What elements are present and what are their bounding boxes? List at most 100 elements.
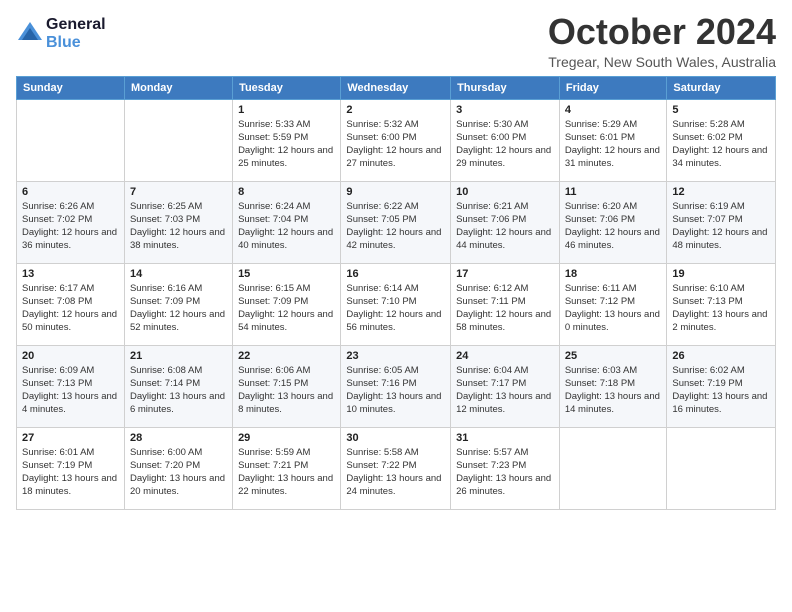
page-container: General Blue October 2024 Tregear, New S… bbox=[0, 0, 792, 518]
day-number: 30 bbox=[346, 432, 445, 444]
day-detail: Sunrise: 6:10 AMSunset: 7:13 PMDaylight:… bbox=[672, 282, 770, 335]
day-detail: Sunrise: 6:12 AMSunset: 7:11 PMDaylight:… bbox=[456, 282, 554, 335]
day-detail: Sunrise: 5:57 AMSunset: 7:23 PMDaylight:… bbox=[456, 446, 554, 499]
day-number: 2 bbox=[346, 104, 445, 116]
day-number: 12 bbox=[672, 186, 770, 198]
day-detail: Sunrise: 6:21 AMSunset: 7:06 PMDaylight:… bbox=[456, 200, 554, 253]
calendar-cell: 4 Sunrise: 5:29 AMSunset: 6:01 PMDayligh… bbox=[559, 99, 667, 181]
calendar-cell: 22 Sunrise: 6:06 AMSunset: 7:15 PMDaylig… bbox=[233, 345, 341, 427]
calendar-cell: 27 Sunrise: 6:01 AMSunset: 7:19 PMDaylig… bbox=[17, 427, 125, 509]
header: General Blue October 2024 Tregear, New S… bbox=[16, 12, 776, 70]
calendar-week-row: 6 Sunrise: 6:26 AMSunset: 7:02 PMDayligh… bbox=[17, 181, 776, 263]
logo-text: General Blue bbox=[46, 16, 106, 51]
calendar-cell: 15 Sunrise: 6:15 AMSunset: 7:09 PMDaylig… bbox=[233, 263, 341, 345]
calendar-cell: 13 Sunrise: 6:17 AMSunset: 7:08 PMDaylig… bbox=[17, 263, 125, 345]
day-number: 9 bbox=[346, 186, 445, 198]
day-detail: Sunrise: 6:08 AMSunset: 7:14 PMDaylight:… bbox=[130, 364, 227, 417]
day-number: 16 bbox=[346, 268, 445, 280]
day-number: 25 bbox=[565, 350, 662, 362]
col-thursday: Thursday bbox=[451, 76, 560, 99]
calendar-cell: 1 Sunrise: 5:33 AMSunset: 5:59 PMDayligh… bbox=[233, 99, 341, 181]
day-detail: Sunrise: 6:15 AMSunset: 7:09 PMDaylight:… bbox=[238, 282, 335, 335]
day-detail: Sunrise: 6:14 AMSunset: 7:10 PMDaylight:… bbox=[346, 282, 445, 335]
col-saturday: Saturday bbox=[667, 76, 776, 99]
col-wednesday: Wednesday bbox=[341, 76, 451, 99]
day-detail: Sunrise: 6:11 AMSunset: 7:12 PMDaylight:… bbox=[565, 282, 662, 335]
col-tuesday: Tuesday bbox=[233, 76, 341, 99]
title-block: October 2024 Tregear, New South Wales, A… bbox=[548, 12, 776, 70]
day-number: 4 bbox=[565, 104, 662, 116]
day-number: 5 bbox=[672, 104, 770, 116]
calendar-cell: 24 Sunrise: 6:04 AMSunset: 7:17 PMDaylig… bbox=[451, 345, 560, 427]
day-number: 15 bbox=[238, 268, 335, 280]
day-detail: Sunrise: 6:25 AMSunset: 7:03 PMDaylight:… bbox=[130, 200, 227, 253]
day-number: 11 bbox=[565, 186, 662, 198]
calendar-cell: 28 Sunrise: 6:00 AMSunset: 7:20 PMDaylig… bbox=[124, 427, 232, 509]
logo: General Blue bbox=[16, 16, 106, 51]
location: Tregear, New South Wales, Australia bbox=[548, 54, 776, 70]
calendar-week-row: 13 Sunrise: 6:17 AMSunset: 7:08 PMDaylig… bbox=[17, 263, 776, 345]
calendar-cell: 19 Sunrise: 6:10 AMSunset: 7:13 PMDaylig… bbox=[667, 263, 776, 345]
day-detail: Sunrise: 5:28 AMSunset: 6:02 PMDaylight:… bbox=[672, 118, 770, 171]
calendar-cell: 23 Sunrise: 6:05 AMSunset: 7:16 PMDaylig… bbox=[341, 345, 451, 427]
day-number: 17 bbox=[456, 268, 554, 280]
calendar-cell: 7 Sunrise: 6:25 AMSunset: 7:03 PMDayligh… bbox=[124, 181, 232, 263]
day-detail: Sunrise: 6:02 AMSunset: 7:19 PMDaylight:… bbox=[672, 364, 770, 417]
day-number: 1 bbox=[238, 104, 335, 116]
day-detail: Sunrise: 6:26 AMSunset: 7:02 PMDaylight:… bbox=[22, 200, 119, 253]
day-number: 8 bbox=[238, 186, 335, 198]
day-number: 31 bbox=[456, 432, 554, 444]
day-number: 28 bbox=[130, 432, 227, 444]
day-number: 29 bbox=[238, 432, 335, 444]
day-number: 7 bbox=[130, 186, 227, 198]
day-detail: Sunrise: 5:29 AMSunset: 6:01 PMDaylight:… bbox=[565, 118, 662, 171]
calendar-week-row: 27 Sunrise: 6:01 AMSunset: 7:19 PMDaylig… bbox=[17, 427, 776, 509]
day-detail: Sunrise: 5:32 AMSunset: 6:00 PMDaylight:… bbox=[346, 118, 445, 171]
calendar-cell: 30 Sunrise: 5:58 AMSunset: 7:22 PMDaylig… bbox=[341, 427, 451, 509]
day-number: 24 bbox=[456, 350, 554, 362]
col-monday: Monday bbox=[124, 76, 232, 99]
calendar-cell: 26 Sunrise: 6:02 AMSunset: 7:19 PMDaylig… bbox=[667, 345, 776, 427]
day-number: 22 bbox=[238, 350, 335, 362]
calendar-header-row: Sunday Monday Tuesday Wednesday Thursday… bbox=[17, 76, 776, 99]
calendar-cell: 9 Sunrise: 6:22 AMSunset: 7:05 PMDayligh… bbox=[341, 181, 451, 263]
calendar-cell: 5 Sunrise: 5:28 AMSunset: 6:02 PMDayligh… bbox=[667, 99, 776, 181]
calendar-cell bbox=[667, 427, 776, 509]
day-detail: Sunrise: 6:24 AMSunset: 7:04 PMDaylight:… bbox=[238, 200, 335, 253]
calendar-cell: 17 Sunrise: 6:12 AMSunset: 7:11 PMDaylig… bbox=[451, 263, 560, 345]
calendar-cell: 31 Sunrise: 5:57 AMSunset: 7:23 PMDaylig… bbox=[451, 427, 560, 509]
day-number: 21 bbox=[130, 350, 227, 362]
day-detail: Sunrise: 6:06 AMSunset: 7:15 PMDaylight:… bbox=[238, 364, 335, 417]
day-detail: Sunrise: 6:09 AMSunset: 7:13 PMDaylight:… bbox=[22, 364, 119, 417]
day-detail: Sunrise: 6:17 AMSunset: 7:08 PMDaylight:… bbox=[22, 282, 119, 335]
calendar-cell bbox=[17, 99, 125, 181]
calendar-cell: 21 Sunrise: 6:08 AMSunset: 7:14 PMDaylig… bbox=[124, 345, 232, 427]
day-detail: Sunrise: 6:19 AMSunset: 7:07 PMDaylight:… bbox=[672, 200, 770, 253]
day-detail: Sunrise: 6:22 AMSunset: 7:05 PMDaylight:… bbox=[346, 200, 445, 253]
calendar-table: Sunday Monday Tuesday Wednesday Thursday… bbox=[16, 76, 776, 510]
calendar-cell: 16 Sunrise: 6:14 AMSunset: 7:10 PMDaylig… bbox=[341, 263, 451, 345]
calendar-week-row: 1 Sunrise: 5:33 AMSunset: 5:59 PMDayligh… bbox=[17, 99, 776, 181]
day-detail: Sunrise: 5:30 AMSunset: 6:00 PMDaylight:… bbox=[456, 118, 554, 171]
day-detail: Sunrise: 6:05 AMSunset: 7:16 PMDaylight:… bbox=[346, 364, 445, 417]
col-sunday: Sunday bbox=[17, 76, 125, 99]
day-number: 27 bbox=[22, 432, 119, 444]
day-detail: Sunrise: 6:20 AMSunset: 7:06 PMDaylight:… bbox=[565, 200, 662, 253]
day-number: 19 bbox=[672, 268, 770, 280]
day-detail: Sunrise: 6:00 AMSunset: 7:20 PMDaylight:… bbox=[130, 446, 227, 499]
calendar-cell: 18 Sunrise: 6:11 AMSunset: 7:12 PMDaylig… bbox=[559, 263, 667, 345]
day-number: 10 bbox=[456, 186, 554, 198]
day-detail: Sunrise: 6:01 AMSunset: 7:19 PMDaylight:… bbox=[22, 446, 119, 499]
calendar-cell: 11 Sunrise: 6:20 AMSunset: 7:06 PMDaylig… bbox=[559, 181, 667, 263]
calendar-cell bbox=[559, 427, 667, 509]
day-detail: Sunrise: 5:58 AMSunset: 7:22 PMDaylight:… bbox=[346, 446, 445, 499]
calendar-cell: 25 Sunrise: 6:03 AMSunset: 7:18 PMDaylig… bbox=[559, 345, 667, 427]
calendar-cell bbox=[124, 99, 232, 181]
calendar-week-row: 20 Sunrise: 6:09 AMSunset: 7:13 PMDaylig… bbox=[17, 345, 776, 427]
month-title: October 2024 bbox=[548, 12, 776, 52]
day-number: 14 bbox=[130, 268, 227, 280]
calendar-cell: 2 Sunrise: 5:32 AMSunset: 6:00 PMDayligh… bbox=[341, 99, 451, 181]
day-detail: Sunrise: 5:59 AMSunset: 7:21 PMDaylight:… bbox=[238, 446, 335, 499]
calendar-cell: 8 Sunrise: 6:24 AMSunset: 7:04 PMDayligh… bbox=[233, 181, 341, 263]
calendar-cell: 10 Sunrise: 6:21 AMSunset: 7:06 PMDaylig… bbox=[451, 181, 560, 263]
